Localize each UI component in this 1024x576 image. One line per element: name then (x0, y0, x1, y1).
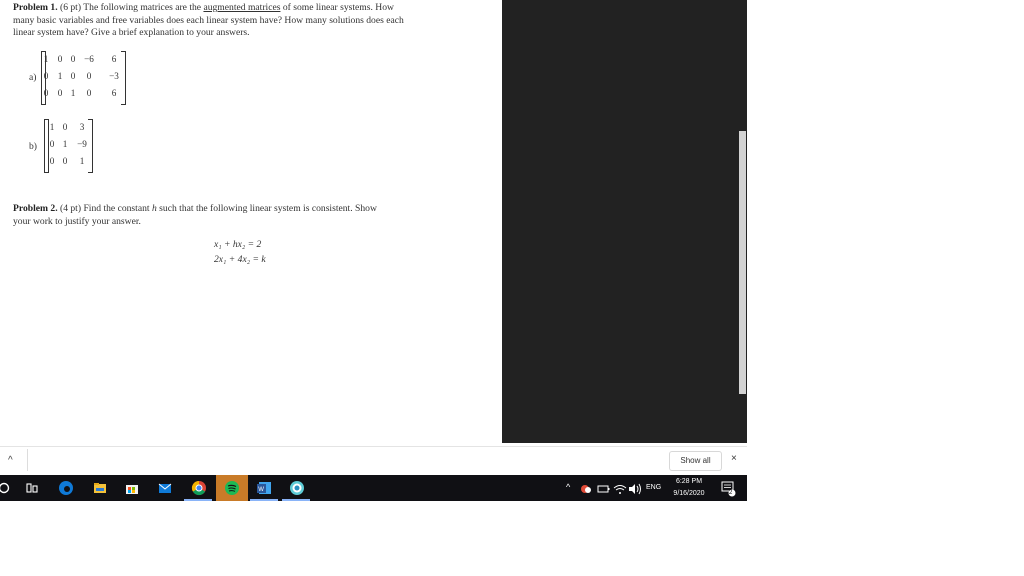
matrix_a-cell: 0 (86, 71, 92, 81)
problem-2-line-1: Problem 2. (4 pt) Find the constant h su… (13, 203, 473, 216)
language-indicator[interactable]: ENG (646, 484, 661, 510)
chrome-active-indicator (184, 499, 212, 501)
matrix_b-cell: 3 (79, 122, 85, 132)
spotify-tile[interactable] (216, 475, 248, 501)
problem-1-text-b: of some linear systems. How (282, 2, 394, 13)
svg-text:W: W (258, 487, 264, 493)
matrix_a-cell: 1 (57, 71, 63, 81)
matrix_a-cell: 0 (86, 88, 92, 98)
tray-chevron-icon[interactable]: ^ (566, 482, 570, 508)
app-active-indicator (282, 499, 310, 501)
problem-1-heading: Problem 1. (13, 2, 58, 13)
matrix_b-augment-bar (48, 120, 49, 172)
matrix-a: 1 0 0 −6 6 0 1 0 0 −3 0 0 1 0 6 (41, 51, 126, 105)
problem-1-line-3: linear system have? Give a brief explana… (13, 27, 250, 38)
matrix_a-cell: −3 (109, 71, 119, 81)
matrix_a-cell: 0 (43, 71, 49, 81)
show-all-button[interactable]: Show all (669, 451, 722, 471)
problem-2: Problem 2. (4 pt) Find the constant h su… (13, 203, 473, 228)
spotify-icon[interactable] (223, 479, 241, 497)
onedrive-icon[interactable] (577, 480, 595, 498)
problem-2-heading: Problem 2. (13, 203, 58, 214)
matrix-b: 1 0 3 0 1 −9 0 0 1 (44, 119, 93, 173)
notification-count: 2 (729, 490, 733, 496)
matrix_b-cell: 0 (62, 156, 68, 166)
problem-2-points: (4 pt) (60, 203, 82, 214)
problem-1-line-2: many basic variables and free variables … (13, 14, 404, 26)
app-icon[interactable] (288, 479, 306, 497)
equation-2: 2x₁ + 4x₂ = k (214, 254, 266, 265)
edge-icon[interactable] (57, 479, 75, 497)
mail-icon[interactable] (156, 479, 174, 497)
task-view-icon[interactable] (23, 479, 41, 497)
augmented-matrices-link[interactable]: augmented matrices (203, 2, 280, 13)
matrix-a-right-bracket (121, 51, 126, 105)
matrix_a-cell: 0 (70, 71, 76, 81)
chrome-icon[interactable] (190, 479, 208, 497)
store-icon[interactable] (123, 479, 141, 497)
matrix_a-cell: 0 (57, 54, 63, 64)
clock-time: 6:28 PM (675, 478, 703, 485)
matrix_a-cell: 0 (43, 88, 49, 98)
problem-2-var-h: h (151, 203, 157, 214)
matrix_a-augment-bar (45, 52, 46, 104)
matrix_a-cell: 1 (70, 88, 76, 98)
matrix_b-cell: −9 (77, 139, 87, 149)
matrix_a-cell: 0 (57, 88, 63, 98)
dark-side-panel (502, 0, 747, 443)
clock[interactable]: 6:28 PM 9/16/2020 (664, 476, 714, 500)
problem-2-text-b: such that the following linear system is… (159, 203, 377, 214)
matrix-b-label: b) (29, 141, 37, 152)
download-bar: ^ Show all × (0, 446, 747, 476)
volume-icon[interactable] (626, 480, 644, 498)
matrix_a-cell: 0 (70, 54, 76, 64)
problem-2-text-a: Find the constant (83, 203, 150, 214)
matrix_b-cell: 0 (62, 122, 68, 132)
equation-1: x₁ + hx₂ = 2 (214, 239, 262, 250)
matrix_a-cell: 1 (43, 54, 49, 64)
matrix_b-cell: 1 (62, 139, 68, 149)
search-icon[interactable] (0, 479, 15, 497)
document-page: Problem 1. (6 pt) The following matrices… (0, 0, 502, 445)
word-icon[interactable]: W (255, 479, 273, 497)
notification-icon[interactable] (719, 479, 737, 497)
word-active-indicator (250, 499, 278, 501)
problem-1-text-a: The following matrices are the (83, 2, 202, 13)
download-bar-divider (27, 449, 28, 471)
problem-1: Problem 1. (6 pt) The following matrices… (13, 2, 473, 40)
matrix-a-label: a) (29, 72, 37, 83)
problem-2-line-2: your work to justify your answer. (13, 215, 141, 227)
matrix_a-cell: 6 (111, 88, 117, 98)
matrix_b-cell: 1 (79, 156, 85, 166)
battery-icon[interactable] (594, 480, 612, 498)
clock-date: 9/16/2020 (673, 490, 705, 497)
close-icon[interactable]: × (731, 453, 737, 464)
problem-1-line-1: Problem 1. (6 pt) The following matrices… (13, 2, 473, 15)
matrix_a-cell: 6 (111, 54, 117, 64)
file-explorer-icon[interactable] (91, 479, 109, 497)
chevron-up-icon[interactable]: ^ (8, 455, 13, 466)
matrix_a-cell: −6 (84, 54, 94, 64)
taskbar: W ^ ENG 6:28 PM 9/16/2020 2 (0, 475, 747, 501)
scrollbar-thumb[interactable] (739, 131, 746, 394)
problem-1-points: (6 pt) (60, 2, 82, 13)
